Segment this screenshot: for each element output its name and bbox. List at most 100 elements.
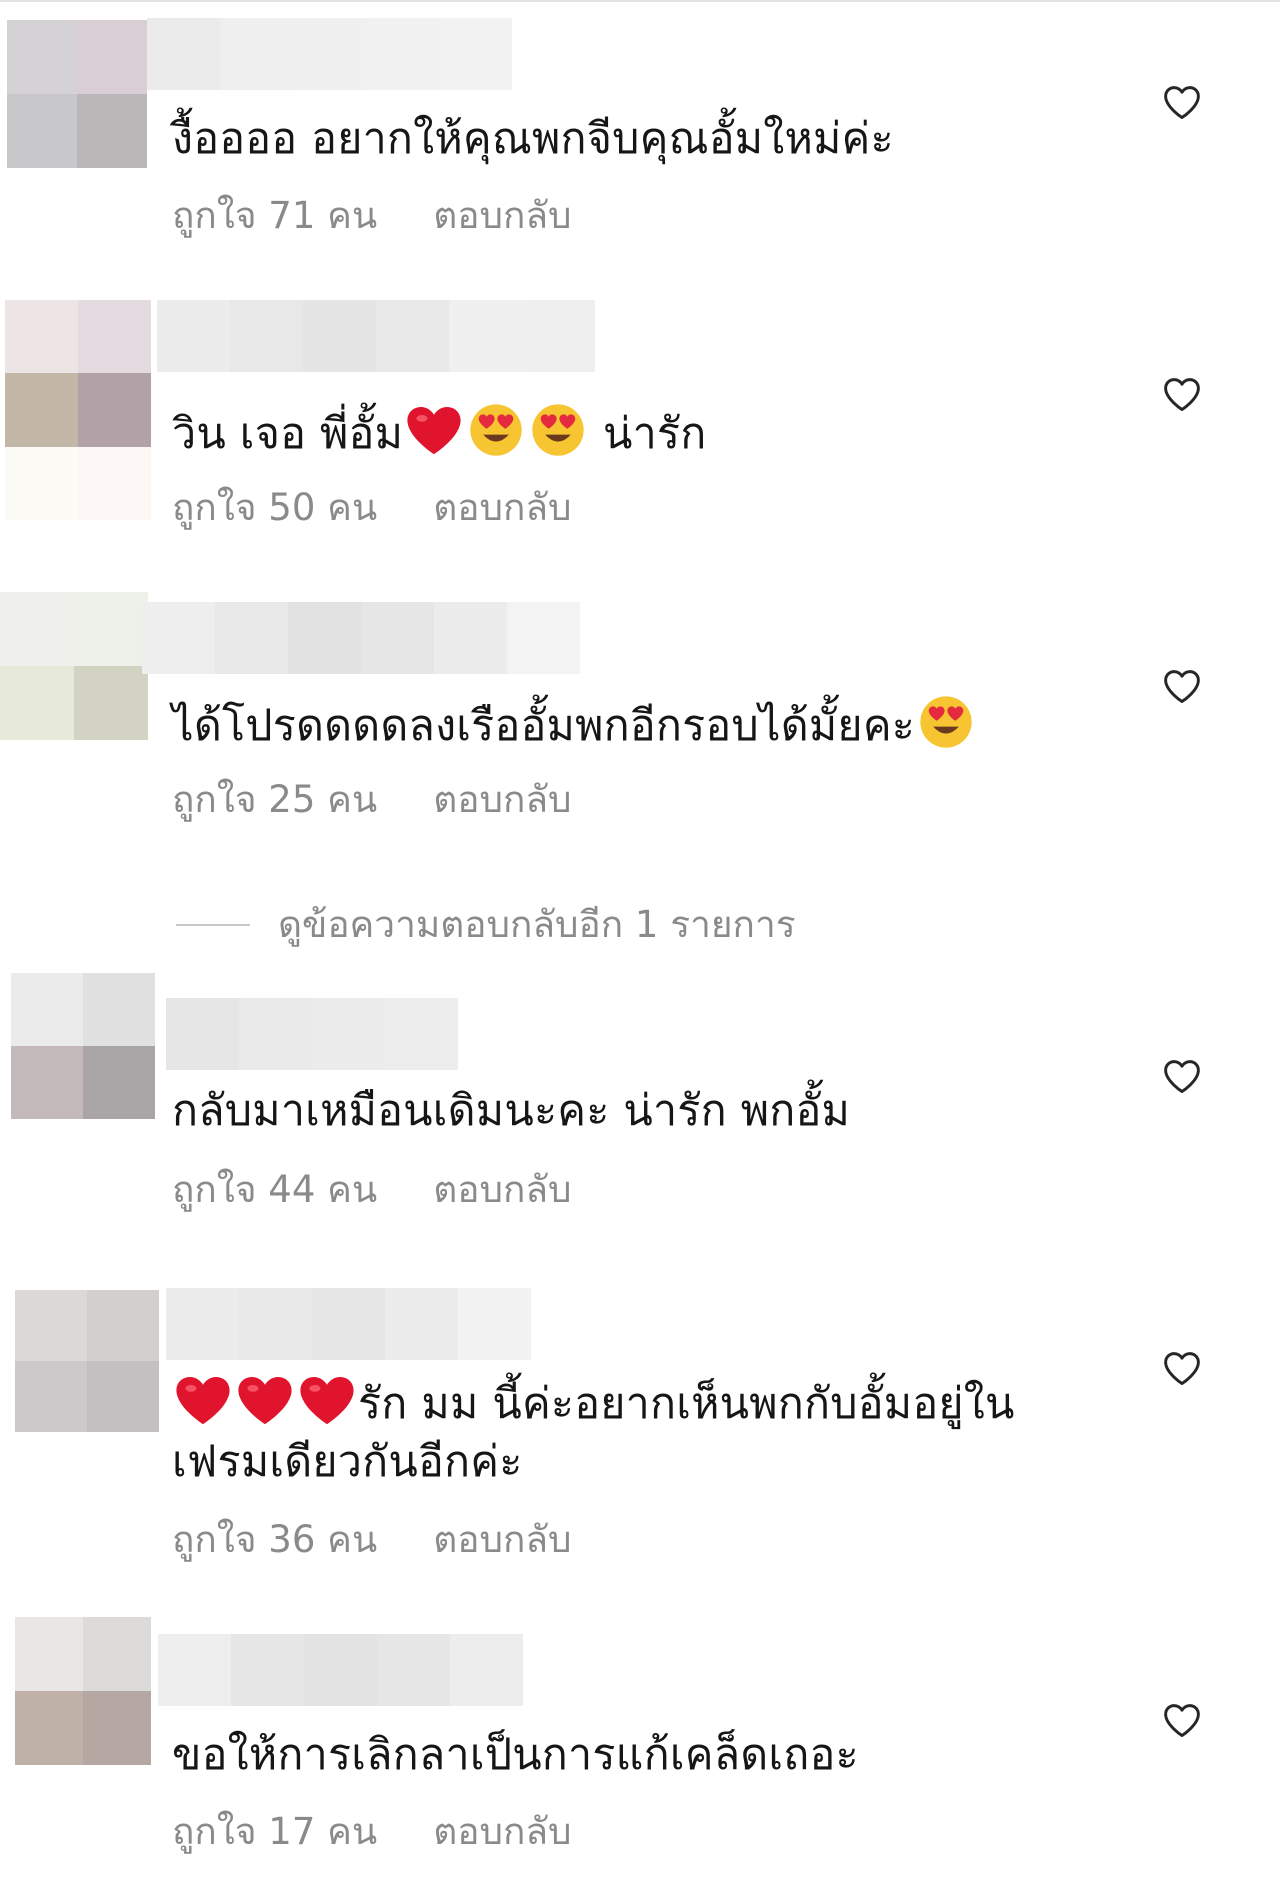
like-count[interactable]: ถูกใจ 25 คน bbox=[172, 778, 377, 822]
blur-block bbox=[522, 300, 595, 372]
like-heart-icon[interactable] bbox=[1162, 376, 1202, 412]
comment-text-content: รัก มม นี้ค่ะอยากเห็นพกกับอั้มอยู่ใน bbox=[358, 1379, 1015, 1429]
avatar-pixel bbox=[77, 94, 147, 168]
blur-block bbox=[312, 1288, 385, 1360]
comment-text: รัก มม นี้ค่ะอยากเห็นพกกับอั้มอยู่ใน เฟร… bbox=[172, 1372, 1072, 1491]
avatar-pixel bbox=[15, 1617, 83, 1691]
blur-block bbox=[230, 300, 303, 372]
blur-block bbox=[434, 602, 507, 674]
view-replies-dash bbox=[176, 923, 250, 926]
comment-text-content: ขอให้การเลิกลาเป็นการแก้เคล็ดเถอะ bbox=[172, 1730, 859, 1780]
heart-eyes-emoji bbox=[529, 402, 587, 458]
blur-block bbox=[377, 1634, 450, 1706]
comment-meta: ถูกใจ 50 คน ตอบกลับ bbox=[172, 486, 572, 530]
view-replies-link[interactable]: ดูข้อความตอบกลับอีก 1 รายการ bbox=[176, 895, 796, 954]
comment-text: วิน เจอ พี่อั้ม น่ารัก bbox=[172, 402, 1072, 463]
avatar-pixel bbox=[87, 1290, 159, 1361]
comment-text-content: งื้ออออ อยากให้คุณพกจีบคุณอั้มใหม่ค่ะ bbox=[172, 114, 894, 164]
blur-block bbox=[312, 998, 385, 1070]
like-heart-icon[interactable] bbox=[1162, 84, 1202, 120]
blur-block bbox=[158, 1634, 231, 1706]
blur-block bbox=[366, 18, 439, 90]
blur-block bbox=[147, 18, 220, 90]
avatar-pixel bbox=[78, 373, 151, 447]
reply-button[interactable]: ตอบกลับ bbox=[433, 1168, 571, 1212]
avatar-pixel bbox=[5, 373, 78, 447]
avatar-pixel bbox=[83, 1617, 151, 1691]
blur-block bbox=[385, 998, 458, 1070]
avatar-pixel bbox=[15, 1691, 83, 1765]
blur-block bbox=[304, 1634, 377, 1706]
like-count[interactable]: ถูกใจ 71 คน bbox=[172, 194, 377, 238]
avatar-pixel bbox=[5, 300, 78, 374]
red-heart-emoji bbox=[174, 1372, 232, 1428]
avatar[interactable] bbox=[15, 1290, 159, 1432]
avatar-pixel bbox=[78, 300, 151, 374]
username-blurred[interactable] bbox=[158, 1634, 523, 1706]
like-heart-icon[interactable] bbox=[1162, 1058, 1202, 1094]
avatar[interactable] bbox=[15, 1617, 151, 1765]
username-blurred[interactable] bbox=[142, 602, 580, 674]
avatar[interactable] bbox=[0, 592, 148, 740]
reply-button[interactable]: ตอบกลับ bbox=[433, 194, 571, 238]
like-count[interactable]: ถูกใจ 44 คน bbox=[172, 1168, 377, 1212]
view-replies-label: ดูข้อความตอบกลับอีก 1 รายการ bbox=[278, 903, 796, 946]
like-heart-icon[interactable] bbox=[1162, 668, 1202, 704]
comment-text: ได้โปรดดดดลงเรืออั้มพกอีกรอบได้มั้ยคะ bbox=[172, 694, 1072, 755]
avatar-pixel bbox=[77, 20, 147, 94]
blur-block bbox=[293, 18, 366, 90]
blur-block bbox=[376, 300, 449, 372]
reply-button[interactable]: ตอบกลับ bbox=[433, 486, 571, 530]
comment-text-content: กลับมาเหมือนเดิมนะคะ น่ารัก พกอั้ม bbox=[172, 1086, 851, 1136]
comment-meta: ถูกใจ 44 คน ตอบกลับ bbox=[172, 1168, 572, 1212]
comment-text-line2: เฟรมเดียวกันอีกค่ะ bbox=[172, 1437, 523, 1487]
blur-block bbox=[215, 602, 288, 674]
comment-meta: ถูกใจ 71 คน ตอบกลับ bbox=[172, 194, 572, 238]
like-heart-icon[interactable] bbox=[1162, 1702, 1202, 1738]
avatar-pixel bbox=[83, 1046, 155, 1119]
username-blurred[interactable] bbox=[166, 998, 458, 1070]
blur-block bbox=[220, 18, 293, 90]
blur-block bbox=[142, 602, 215, 674]
avatar-pixel bbox=[7, 94, 77, 168]
avatar-pixel bbox=[87, 1361, 159, 1432]
comment-text: งื้ออออ อยากให้คุณพกจีบคุณอั้มใหม่ค่ะ bbox=[172, 110, 1072, 168]
like-count[interactable]: ถูกใจ 36 คน bbox=[172, 1518, 377, 1562]
blur-block bbox=[458, 1288, 531, 1360]
username-blurred[interactable] bbox=[147, 18, 512, 90]
blur-block bbox=[439, 18, 512, 90]
heart-eyes-emoji bbox=[917, 694, 975, 750]
blur-block bbox=[166, 998, 239, 1070]
comment-meta: ถูกใจ 36 คน ตอบกลับ bbox=[172, 1518, 572, 1562]
like-count[interactable]: ถูกใจ 50 คน bbox=[172, 486, 377, 530]
blur-block bbox=[231, 1634, 304, 1706]
avatar-pixel bbox=[74, 666, 148, 740]
blur-block bbox=[449, 300, 522, 372]
username-blurred[interactable] bbox=[166, 1288, 531, 1360]
red-heart-emoji bbox=[236, 1372, 294, 1428]
comment-text-content: ได้โปรดดดดลงเรืออั้มพกอีกรอบได้มั้ยคะ bbox=[172, 701, 916, 751]
avatar-pixel bbox=[0, 592, 74, 666]
comment-text: ขอให้การเลิกลาเป็นการแก้เคล็ดเถอะ bbox=[172, 1726, 1072, 1784]
avatar-pixel bbox=[11, 1046, 83, 1119]
blur-block bbox=[507, 602, 580, 674]
blur-block bbox=[157, 300, 230, 372]
avatar-pixel bbox=[0, 666, 74, 740]
blur-block bbox=[303, 300, 376, 372]
like-count[interactable]: ถูกใจ 17 คน bbox=[172, 1810, 377, 1854]
avatar-pixel bbox=[74, 592, 148, 666]
comment-text-content: วิน เจอ พี่อั้ม bbox=[172, 409, 404, 459]
avatar[interactable] bbox=[11, 973, 155, 1119]
red-heart-emoji bbox=[298, 1372, 356, 1428]
blur-block bbox=[450, 1634, 523, 1706]
reply-button[interactable]: ตอบกลับ bbox=[433, 1518, 571, 1562]
top-divider bbox=[0, 0, 1280, 2]
reply-button[interactable]: ตอบกลับ bbox=[433, 1810, 571, 1854]
username-blurred[interactable] bbox=[157, 300, 595, 372]
reply-button[interactable]: ตอบกลับ bbox=[433, 778, 571, 822]
avatar[interactable] bbox=[5, 300, 151, 520]
avatar-pixel bbox=[7, 20, 77, 94]
like-heart-icon[interactable] bbox=[1162, 1350, 1202, 1386]
avatar[interactable] bbox=[7, 20, 147, 168]
avatar-pixel bbox=[78, 446, 151, 520]
